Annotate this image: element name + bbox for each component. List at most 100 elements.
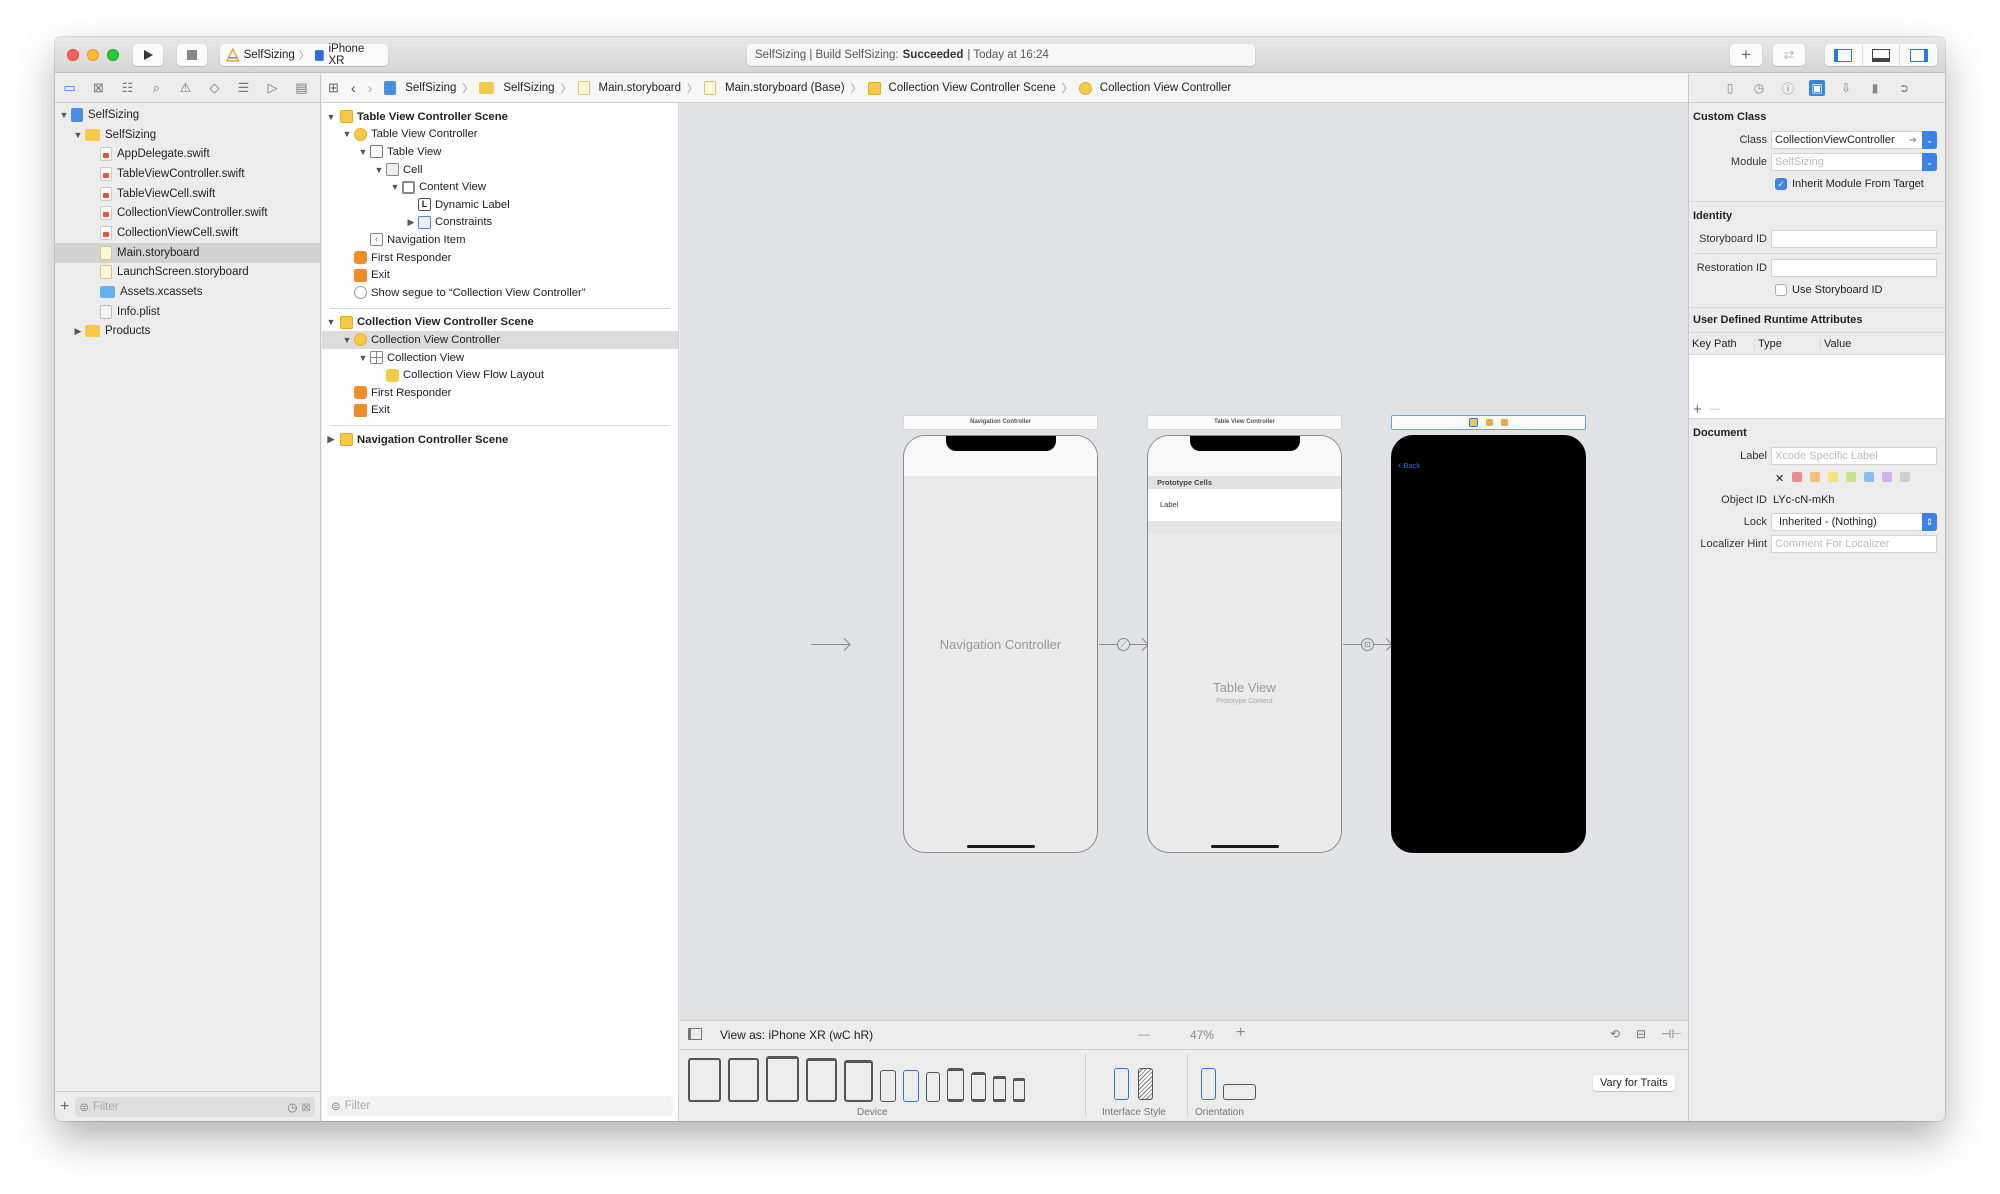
back-nav-icon[interactable]: ‹: [351, 80, 356, 96]
disclosure-closed-icon[interactable]: ▶: [73, 326, 83, 337]
table-vc-title-bar[interactable]: Table View Controller: [1147, 415, 1342, 430]
file-row[interactable]: LaunchScreen.storyboard: [55, 263, 320, 283]
view-controller-dock-icon[interactable]: [1469, 418, 1478, 427]
collection-vc-scene[interactable]: ‹ Back: [1391, 435, 1586, 853]
minimize-window-button[interactable]: [87, 49, 99, 61]
file-row[interactable]: TableViewCell.swift: [55, 184, 320, 204]
code-review-button[interactable]: ⇄: [1773, 44, 1805, 66]
outline-row[interactable]: ▼ Content View: [322, 178, 678, 196]
chevron-down-icon[interactable]: ⌄: [1922, 131, 1937, 149]
file-row[interactable]: TableViewController.swift: [55, 164, 320, 184]
group-row[interactable]: ▼ SelfSizing: [55, 125, 320, 145]
remove-attribute-button[interactable]: —: [1709, 403, 1720, 415]
search-icon[interactable]: ⌕: [148, 80, 165, 97]
size-inspector-icon[interactable]: ▮: [1867, 80, 1883, 96]
portrait-orientation-button[interactable]: [1201, 1068, 1216, 1100]
color-swatch[interactable]: [1882, 471, 1893, 482]
warning-icon[interactable]: ⚠: [177, 80, 194, 97]
storyboard-id-input[interactable]: [1771, 230, 1937, 248]
disclosure-open-icon[interactable]: ▼: [358, 353, 368, 363]
iphone-11-pro-max-device-button[interactable]: [880, 1070, 896, 1102]
doc-label-input[interactable]: Xcode Specific Label: [1771, 447, 1937, 465]
lock-popup[interactable]: Inherited - (Nothing) ⇕: [1771, 513, 1937, 531]
ipad-pro-11-device-button[interactable]: [728, 1058, 759, 1102]
ipad-air-device-button[interactable]: [806, 1058, 837, 1102]
localizer-hint-input[interactable]: Comment For Localizer: [1771, 535, 1937, 553]
file-row[interactable]: AppDelegate.swift: [55, 144, 320, 164]
add-file-icon[interactable]: +: [60, 1098, 69, 1116]
vary-for-traits-button[interactable]: Vary for Traits: [1593, 1075, 1675, 1091]
disclosure-open-icon[interactable]: ▼: [326, 112, 336, 122]
use-storyboard-id-checkbox[interactable]: Use Storyboard ID: [1689, 279, 1945, 301]
ipad-pro-10-device-button[interactable]: [766, 1056, 799, 1102]
disclosure-open-icon[interactable]: ▼: [59, 110, 69, 120]
activity-viewer[interactable]: SelfSizing | Build SelfSizing: Succeeded…: [747, 44, 1255, 66]
disclosure-closed-icon[interactable]: ▶: [326, 434, 336, 445]
zoom-out-button[interactable]: —: [1138, 1027, 1150, 1041]
file-row[interactable]: CollectionViewCell.swift: [55, 223, 320, 243]
folder-icon[interactable]: ▭: [61, 80, 78, 97]
inherit-module-checkbox[interactable]: ✓ Inherit Module From Target: [1689, 173, 1945, 195]
color-swatch[interactable]: [1810, 471, 1821, 482]
history-inspector-icon[interactable]: ◷: [1751, 80, 1767, 96]
quick-help-icon[interactable]: ⓘ: [1780, 80, 1796, 96]
navigator-filter-input[interactable]: ⊜ Filter ◷ ⊠: [75, 1096, 315, 1117]
outline-row[interactable]: ▶ Constraints: [322, 214, 678, 232]
iphone-8-plus-device-button[interactable]: [947, 1068, 964, 1102]
report-icon[interactable]: ▤: [293, 80, 310, 97]
up-down-chevron-icon[interactable]: ⇕: [1922, 513, 1937, 531]
close-window-button[interactable]: [67, 49, 79, 61]
clear-color-icon[interactable]: ✕: [1775, 472, 1784, 485]
ipad-mini-device-button[interactable]: [844, 1060, 873, 1102]
connections-inspector-icon[interactable]: ➲: [1896, 80, 1912, 96]
source-control-filter-icon[interactable]: ⊠: [301, 1100, 311, 1114]
forward-nav-icon[interactable]: ›: [368, 80, 373, 96]
light-mode-button[interactable]: [1114, 1068, 1129, 1100]
color-swatch[interactable]: [1846, 471, 1857, 482]
attributes-inspector-icon[interactable]: ⇩: [1838, 80, 1854, 96]
toggle-inspector-button[interactable]: [1900, 44, 1937, 66]
toggle-outline-icon[interactable]: [688, 1028, 702, 1040]
outline-row[interactable]: Exit: [322, 266, 678, 284]
debug-icon[interactable]: ☰: [235, 80, 252, 97]
breadcrumb-scene[interactable]: Collection View Controller Scene: [867, 81, 1056, 95]
ipad-pro-12-device-button[interactable]: [688, 1058, 721, 1102]
breadcrumb-group[interactable]: SelfSizing: [479, 82, 555, 94]
breadcrumb-localization[interactable]: Main.storyboard (Base): [704, 81, 845, 95]
library-button[interactable]: +: [1730, 44, 1762, 66]
file-row[interactable]: CollectionViewController.swift: [55, 203, 320, 223]
add-attribute-button[interactable]: +: [1693, 401, 1702, 418]
view-as-label[interactable]: View as: iPhone XR (wC hR): [720, 1028, 873, 1042]
outline-row[interactable]: ▼ Table View: [322, 143, 678, 161]
recent-files-icon[interactable]: ◷: [287, 1100, 297, 1114]
iphone-se-device-button[interactable]: [993, 1076, 1006, 1102]
outline-row[interactable]: Exit: [322, 402, 678, 420]
file-row[interactable]: Info.plist: [55, 302, 320, 322]
test-icon[interactable]: ◇: [206, 80, 223, 97]
outline-scene-row[interactable]: ▶ Navigation Controller Scene: [322, 431, 678, 449]
breadcrumb-project[interactable]: SelfSizing: [384, 81, 456, 95]
outline-row[interactable]: First Responder: [322, 384, 678, 402]
checkbox-unchecked-icon[interactable]: [1775, 284, 1787, 296]
runtime-attributes-table[interactable]: + —: [1689, 355, 1945, 419]
disclosure-open-icon[interactable]: ▼: [342, 335, 352, 345]
color-swatch[interactable]: [1828, 471, 1839, 482]
identity-inspector-icon[interactable]: ▣: [1809, 80, 1825, 96]
products-row[interactable]: ▶ Products: [55, 322, 320, 342]
exit-dock-icon[interactable]: [1501, 419, 1508, 426]
prototype-cell[interactable]: Label: [1148, 489, 1341, 521]
color-swatch[interactable]: [1864, 471, 1875, 482]
file-inspector-icon[interactable]: ▯: [1722, 80, 1738, 96]
column-header[interactable]: Type: [1755, 337, 1821, 350]
symbol-icon[interactable]: ☷: [119, 80, 136, 97]
show-segue-icon[interactable]: ⊡: [1361, 638, 1374, 651]
outline-scene-row[interactable]: ▼ Collection View Controller Scene: [322, 314, 678, 332]
landscape-orientation-button[interactable]: [1223, 1084, 1256, 1100]
align-icon[interactable]: ⊟: [1636, 1027, 1646, 1041]
checkbox-checked-icon[interactable]: ✓: [1775, 178, 1787, 190]
iphone-4s-device-button[interactable]: [1013, 1078, 1025, 1102]
restoration-id-input[interactable]: [1771, 259, 1937, 277]
disclosure-open-icon[interactable]: ▼: [358, 147, 368, 157]
class-field[interactable]: CollectionViewController ➔ ⌄: [1771, 131, 1937, 149]
module-field[interactable]: SelfSizing ⌄: [1771, 153, 1937, 171]
